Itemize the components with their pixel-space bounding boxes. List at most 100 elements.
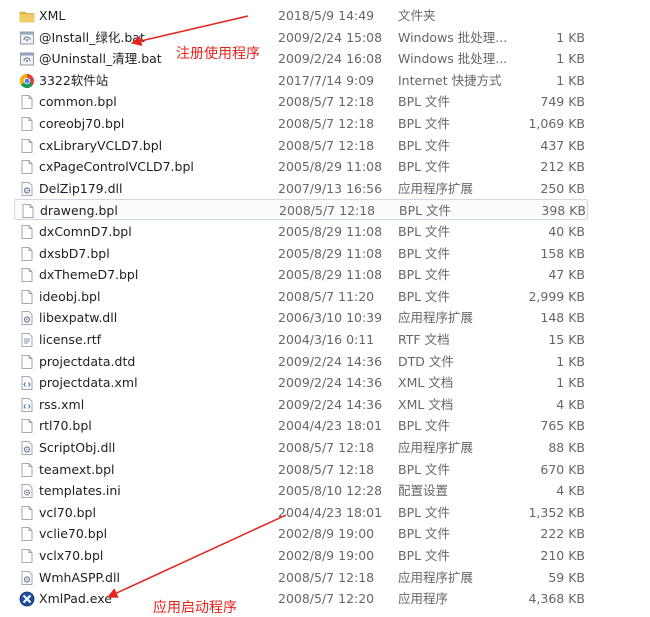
file-date-modified: 2017/7/14 9:09 bbox=[278, 72, 375, 88]
file-name: teamext.bpl bbox=[39, 461, 115, 477]
file-date-modified: 2018/5/9 14:49 bbox=[278, 8, 375, 23]
file-name: cxLibraryVCLD7.bpl bbox=[39, 137, 163, 153]
file-type: 应用程序扩展 bbox=[398, 180, 474, 196]
file-name: ideobj.bpl bbox=[39, 288, 101, 304]
file-date-modified: 2005/8/29 11:08 bbox=[278, 159, 383, 175]
file-name: DelZip179.dll bbox=[39, 180, 123, 196]
file-row[interactable]: libexpatw.dll 2006/3/10 10:39 应用程序扩展 148 KB bbox=[14, 307, 588, 328]
file-row[interactable]: 3322软件站 2017/7/14 9:09 Internet 快捷方式 1 KB bbox=[14, 70, 588, 91]
file-name: vclx70.bpl bbox=[39, 548, 104, 563]
file-row[interactable]: projectdata.xml 2009/2/24 14:36 XML 文档 1 KB bbox=[14, 372, 588, 393]
file-name: templates.ini bbox=[39, 483, 121, 499]
file-row[interactable]: dxsbD7.bpl 2005/8/29 11:08 BPL 文件 158 KB bbox=[14, 243, 588, 264]
file-name: license.rtf bbox=[39, 332, 102, 347]
file-row[interactable]: @Uninstall_清理.bat 2009/2/24 16:08 Windows … bbox=[14, 48, 588, 69]
file-date-modified: 2008/5/7 12:18 bbox=[278, 569, 375, 585]
file-name: dxComnD7.bpl bbox=[39, 224, 132, 239]
xml-file-icon bbox=[19, 372, 35, 393]
dll-file-icon bbox=[19, 437, 35, 458]
file-type: 应用程序扩展 bbox=[398, 569, 474, 585]
ini-file-icon bbox=[19, 480, 35, 501]
file-row[interactable]: rss.xml 2009/2/24 14:36 XML 文档 4 KB bbox=[14, 394, 588, 415]
file-size: 212 KB bbox=[540, 159, 585, 175]
file-size: 59 KB bbox=[548, 569, 585, 585]
dll-file-icon bbox=[19, 307, 35, 328]
file-name: draweng.bpl bbox=[40, 203, 118, 219]
file-row[interactable]: WmhASPP.dll 2008/5/7 12:18 应用程序扩展 59 KB bbox=[14, 567, 588, 588]
file-type: BPL 文件 bbox=[398, 245, 451, 261]
file-row[interactable]: cxLibraryVCLD7.bpl 2008/5/7 12:18 BPL 文件 43… bbox=[14, 135, 588, 156]
register-annotation: 注册使用程序 bbox=[176, 46, 260, 62]
file-size: 250 KB bbox=[540, 180, 585, 196]
file-date-modified: 2008/5/7 12:18 bbox=[279, 203, 376, 219]
file-type: BPL 文件 bbox=[399, 203, 452, 219]
file-size: 158 KB bbox=[540, 245, 585, 261]
file-date-modified: 2005/8/29 11:08 bbox=[278, 245, 383, 261]
file-date-modified: 2009/2/24 14:36 bbox=[278, 353, 383, 369]
file-type: BPL 文件 bbox=[398, 548, 451, 563]
file-row[interactable]: draweng.bpl 2008/5/7 12:18 BPL 文件 398 KB bbox=[14, 199, 588, 221]
file-date-modified: 2002/8/9 19:00 bbox=[278, 548, 375, 563]
file-type: Windows 批处理... bbox=[398, 29, 508, 45]
file-row[interactable]: cxPageControlVCLD7.bpl 2005/8/29 11:08 BPL… bbox=[14, 156, 588, 177]
folder-icon bbox=[19, 5, 35, 26]
file-row[interactable]: rtl70.bpl 2004/4/23 18:01 BPL 文件 765 KB bbox=[14, 415, 588, 436]
file-size: 15 KB bbox=[548, 332, 585, 347]
file-row[interactable]: projectdata.dtd 2009/2/24 14:36 DTD 文件 1 KB bbox=[14, 351, 588, 372]
file-date-modified: 2005/8/10 12:28 bbox=[278, 483, 383, 499]
dll-file-icon bbox=[19, 567, 35, 588]
file-icon bbox=[20, 200, 36, 221]
file-date-modified: 2004/3/16 0:11 bbox=[278, 332, 375, 347]
file-name: rss.xml bbox=[39, 396, 85, 412]
file-row[interactable]: vclx70.bpl 2002/8/9 19:00 BPL 文件 210 KB bbox=[14, 545, 588, 566]
file-row[interactable]: common.bpl 2008/5/7 12:18 BPL 文件 749 KB bbox=[14, 91, 588, 112]
file-size: 1 KB bbox=[556, 51, 585, 67]
rtf-file-icon bbox=[19, 329, 35, 350]
file-icon bbox=[19, 91, 35, 112]
file-row[interactable]: templates.ini 2005/8/10 12:28 配置设置 4 KB bbox=[14, 480, 588, 501]
file-type: BPL 文件 bbox=[398, 159, 451, 175]
file-row[interactable]: ideobj.bpl 2008/5/7 11:20 BPL 文件 2,999 KB bbox=[14, 286, 588, 307]
file-date-modified: 2009/2/24 14:36 bbox=[278, 375, 383, 391]
file-type: BPL 文件 bbox=[398, 504, 451, 520]
file-row[interactable]: XML 2018/5/9 14:49 文件夹 bbox=[14, 5, 588, 26]
file-row[interactable]: @Install_绿化.bat 2009/2/24 15:08 Windows 批处… bbox=[14, 27, 588, 48]
file-row[interactable]: ScriptObj.dll 2008/5/7 12:18 应用程序扩展 88 KB bbox=[14, 437, 588, 458]
file-name: common.bpl bbox=[39, 94, 117, 110]
file-icon bbox=[19, 415, 35, 436]
file-size: 749 KB bbox=[540, 94, 585, 110]
file-type: BPL 文件 bbox=[398, 418, 451, 434]
file-type: 应用程序扩展 bbox=[398, 310, 474, 326]
file-size: 1 KB bbox=[556, 375, 585, 391]
file-date-modified: 2004/4/23 18:01 bbox=[278, 418, 383, 434]
file-size: 1 KB bbox=[556, 72, 585, 88]
file-date-modified: 2008/5/7 12:18 bbox=[278, 137, 375, 153]
file-type: Windows 批处理... bbox=[398, 51, 508, 67]
file-row[interactable]: license.rtf 2004/3/16 0:11 RTF 文档 15 KB bbox=[14, 329, 588, 350]
file-row[interactable]: vcl70.bpl 2004/4/23 18:01 BPL 文件 1,352 KB bbox=[14, 502, 588, 523]
file-date-modified: 2008/5/7 11:20 bbox=[278, 288, 375, 304]
file-icon bbox=[19, 545, 35, 566]
file-size: 222 KB bbox=[540, 526, 585, 542]
file-size: 210 KB bbox=[540, 548, 585, 563]
file-type: XML 文档 bbox=[398, 375, 454, 391]
file-row[interactable]: XmlPad.exe 2008/5/7 12:20 应用程序 4,368 KB bbox=[14, 588, 588, 609]
file-size: 4,368 KB bbox=[528, 591, 585, 607]
file-row[interactable]: dxThemeD7.bpl 2005/8/29 11:08 BPL 文件 47 KB bbox=[14, 264, 588, 285]
file-row[interactable]: vclie70.bpl 2002/8/9 19:00 BPL 文件 222 KB bbox=[14, 523, 588, 544]
dll-file-icon bbox=[19, 178, 35, 199]
file-date-modified: 2009/2/24 16:08 bbox=[278, 51, 383, 67]
file-icon bbox=[19, 502, 35, 523]
file-row[interactable]: DelZip179.dll 2007/9/13 16:56 应用程序扩展 250 KB bbox=[14, 178, 588, 199]
file-date-modified: 2007/9/13 16:56 bbox=[278, 180, 383, 196]
file-type: BPL 文件 bbox=[398, 267, 451, 283]
file-date-modified: 2008/5/7 12:18 bbox=[278, 440, 375, 455]
file-row[interactable]: teamext.bpl 2008/5/7 12:18 BPL 文件 670 KB bbox=[14, 459, 588, 480]
file-row[interactable]: coreobj70.bpl 2008/5/7 12:18 BPL 文件 1,069 K… bbox=[14, 113, 588, 134]
file-icon bbox=[19, 523, 35, 544]
xml-file-icon bbox=[19, 394, 35, 415]
file-icon bbox=[19, 286, 35, 307]
file-row[interactable]: dxComnD7.bpl 2005/8/29 11:08 BPL 文件 40 KB bbox=[14, 221, 588, 242]
file-date-modified: 2004/4/23 18:01 bbox=[278, 504, 383, 520]
file-type: BPL 文件 bbox=[398, 137, 451, 153]
